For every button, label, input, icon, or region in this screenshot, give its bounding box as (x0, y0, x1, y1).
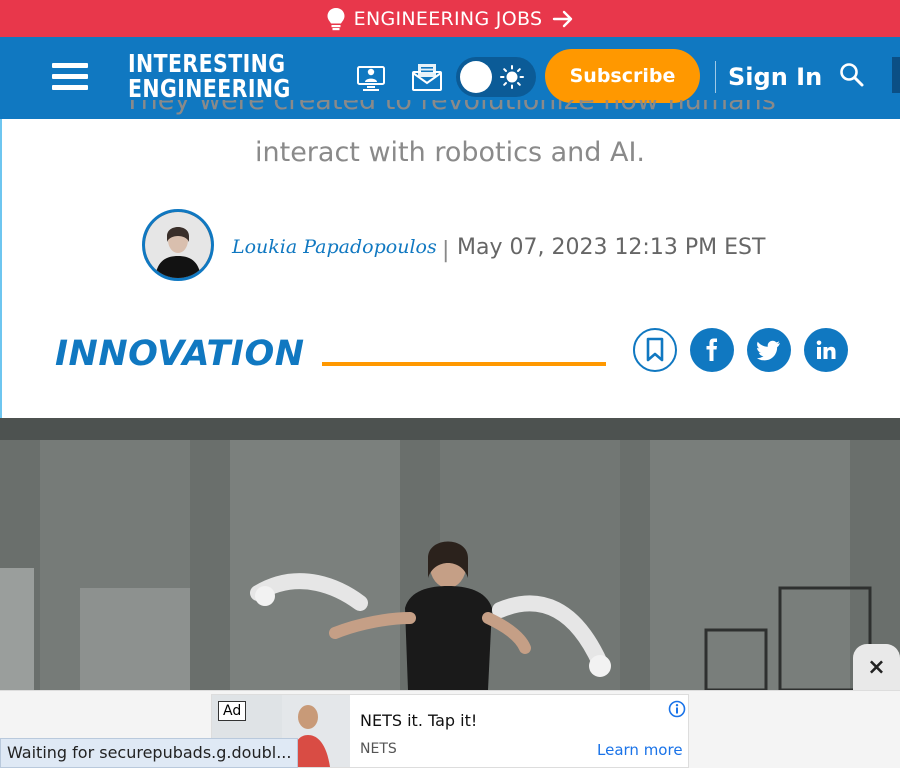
browser-status-bar: Waiting for securepubads.g.doubl... (0, 738, 299, 768)
facebook-icon (706, 338, 717, 361)
engineering-jobs-label: ENGINEERING JOBS (353, 7, 543, 30)
linkedin-icon (816, 340, 836, 359)
header-edge-tab (892, 57, 900, 93)
article-hero-image (0, 418, 900, 690)
newsletter-icon[interactable] (410, 61, 444, 93)
arrow-right-icon (553, 10, 573, 27)
author-photo (145, 212, 211, 278)
toggle-knob (460, 61, 492, 93)
publish-date: May 07, 2023 12:13 PM EST (457, 235, 766, 260)
subtitle-clip: They were created to revolutionize how h… (0, 100, 900, 120)
webinar-icon[interactable] (354, 61, 388, 93)
ad-headline: NETS it. Tap it! (360, 711, 478, 730)
hero-photo (0, 418, 900, 690)
page-left-edge (0, 119, 2, 419)
author-avatar[interactable] (142, 209, 214, 281)
bookmark-icon (646, 337, 664, 362)
linkedin-share-button[interactable] (804, 328, 848, 372)
site-logo[interactable]: INTERESTING ENGINEERING (128, 51, 291, 101)
twitter-share-button[interactable] (747, 328, 791, 372)
bookmark-button[interactable] (633, 328, 677, 372)
logo-line-2: ENGINEERING (128, 74, 291, 103)
header-divider (715, 61, 716, 93)
engineering-jobs-banner[interactable]: ENGINEERING JOBS (0, 0, 900, 37)
category-link[interactable]: INNOVATION (55, 334, 305, 374)
ad-badge: Ad (218, 701, 247, 721)
theme-toggle[interactable] (456, 57, 536, 97)
ad-brand: NETS (360, 741, 397, 757)
logo-line-1: INTERESTING (128, 49, 286, 78)
twitter-icon (757, 340, 780, 361)
meta-separator: | (442, 238, 450, 263)
author-name-link[interactable]: Loukia Papadopoulos (232, 236, 437, 258)
sun-icon (500, 65, 524, 89)
subscribe-button[interactable]: Subscribe (545, 49, 700, 103)
article-subtitle-line-2: interact with robotics and AI. (255, 137, 645, 168)
ad-close-button[interactable]: × (853, 644, 900, 690)
ad-learn-more-link[interactable]: Learn more (597, 741, 683, 759)
menu-icon[interactable] (52, 63, 88, 91)
article-subtitle-line-1: They were created to revolutionize how h… (124, 100, 776, 116)
facebook-share-button[interactable] (690, 328, 734, 372)
search-icon[interactable] (838, 61, 866, 89)
lightbulb-icon (327, 7, 345, 30)
sign-in-link[interactable]: Sign In (728, 63, 822, 91)
category-rule (322, 362, 606, 366)
ad-info-icon[interactable] (668, 700, 686, 718)
